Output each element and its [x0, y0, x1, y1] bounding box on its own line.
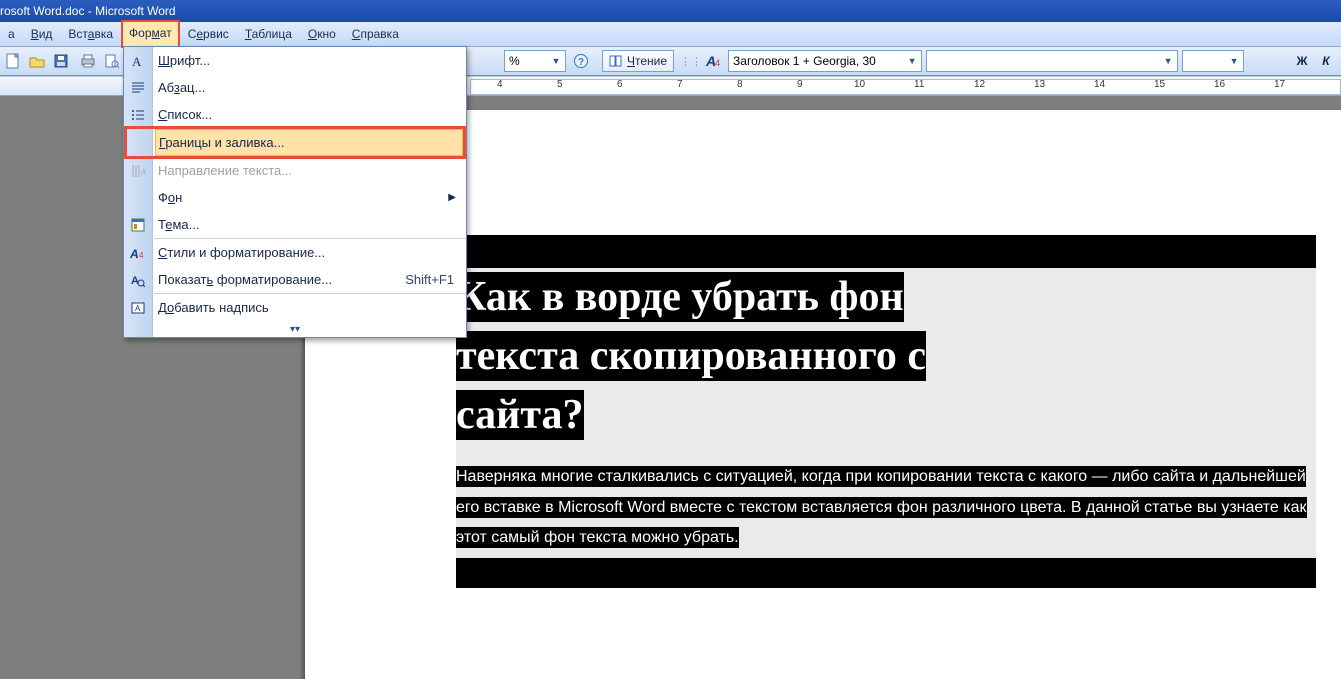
reading-button[interactable]: Чтение	[602, 50, 674, 72]
style-combo-value: Заголовок 1 + Georgia, 30	[733, 54, 876, 68]
font-icon: A	[128, 51, 148, 71]
zoom-combo[interactable]: % ▼	[504, 50, 566, 72]
new-doc-icon[interactable]	[2, 50, 24, 72]
menu-expand[interactable]: ▾▾	[124, 321, 466, 337]
menu-item-truncated[interactable]: а	[0, 23, 23, 45]
theme-icon	[128, 215, 148, 235]
print-icon[interactable]	[77, 50, 99, 72]
svg-text:?: ?	[578, 57, 584, 68]
menu-item-help[interactable]: Справка	[344, 23, 407, 45]
menu-borders-shading[interactable]: Границы и заливка...	[124, 126, 466, 159]
textbox-icon: A	[128, 298, 148, 318]
print-preview-icon[interactable]	[101, 50, 123, 72]
menu-background[interactable]: Фон ▶	[124, 184, 466, 211]
svg-text:A: A	[131, 275, 139, 287]
svg-text:A: A	[135, 304, 141, 313]
menu-item-format[interactable]: Формат	[121, 20, 180, 48]
submenu-arrow-icon: ▶	[448, 192, 456, 203]
document-content[interactable]: Как в ворде убрать фон текста скопирован…	[456, 268, 1316, 588]
selection-block-bottom	[456, 558, 1316, 588]
chevron-down-icon: ▼	[549, 56, 563, 66]
menu-item-window[interactable]: Окно	[300, 23, 344, 45]
menu-item-tools[interactable]: Сервис	[180, 23, 237, 45]
chevron-down-icon: ▼	[1161, 56, 1175, 66]
shortcut-label: Shift+F1	[405, 272, 454, 287]
menu-text-direction: A Направление текста...	[124, 157, 466, 184]
help-icon[interactable]: ?	[570, 50, 592, 72]
font-combo[interactable]: ▼	[926, 50, 1178, 72]
menu-reveal-formatting[interactable]: A Показать форматирование... Shift+F1	[124, 266, 466, 293]
italic-button[interactable]: К	[1315, 50, 1337, 72]
window-titlebar: rosoft Word.doc - Microsoft Word	[0, 0, 1341, 22]
svg-text:A: A	[141, 168, 146, 177]
menu-list[interactable]: Список...	[124, 101, 466, 128]
font-size-combo[interactable]: ▼	[1182, 50, 1244, 72]
save-icon[interactable]	[50, 50, 72, 72]
zoom-value: %	[509, 54, 520, 68]
svg-text:4: 4	[139, 251, 144, 260]
window-title: rosoft Word.doc - Microsoft Word	[0, 4, 176, 18]
text-direction-icon: A	[128, 161, 148, 181]
menu-paragraph[interactable]: Абзац...	[124, 74, 466, 101]
handle-icon: ⋮⋮	[680, 50, 702, 72]
chevron-down-icon: ▾▾	[290, 324, 300, 335]
svg-text:4: 4	[715, 58, 720, 68]
list-icon	[128, 105, 148, 125]
style-combo[interactable]: Заголовок 1 + Georgia, 30 ▼	[728, 50, 922, 72]
chevron-down-icon: ▼	[905, 56, 919, 66]
styles-icon: A4	[128, 243, 148, 263]
reading-label: Чтение	[627, 54, 667, 68]
menu-item-view[interactable]: Вид	[23, 23, 61, 45]
styles-pane-icon[interactable]: A4	[704, 50, 726, 72]
menu-theme[interactable]: Тема...	[124, 211, 466, 238]
paragraph-icon	[128, 78, 148, 98]
menu-insert-textbox[interactable]: A Добавить надпись	[124, 294, 466, 321]
menu-item-insert[interactable]: Вставка	[60, 23, 121, 45]
menu-font[interactable]: A Шрифт...	[124, 47, 466, 74]
menu-styles-formatting[interactable]: A4 Стили и форматирование...	[124, 239, 466, 266]
reveal-fmt-icon: A	[128, 270, 148, 290]
bold-button[interactable]: Ж	[1291, 50, 1313, 72]
menubar: а Вид Вставка Формат Сервис Таблица Окно…	[0, 22, 1341, 47]
document-title[interactable]: Как в ворде убрать фон текста скопирован…	[456, 268, 1316, 444]
document-paragraph[interactable]: Наверняка многие сталкивались с ситуацие…	[456, 462, 1316, 553]
chevron-down-icon: ▼	[1227, 56, 1241, 66]
menu-item-table[interactable]: Таблица	[237, 23, 300, 45]
format-menu-dropdown: A Шрифт... Абзац... Список... Границы и …	[123, 46, 467, 338]
open-icon[interactable]	[26, 50, 48, 72]
svg-text:A: A	[132, 54, 142, 69]
svg-text:A: A	[130, 247, 139, 261]
